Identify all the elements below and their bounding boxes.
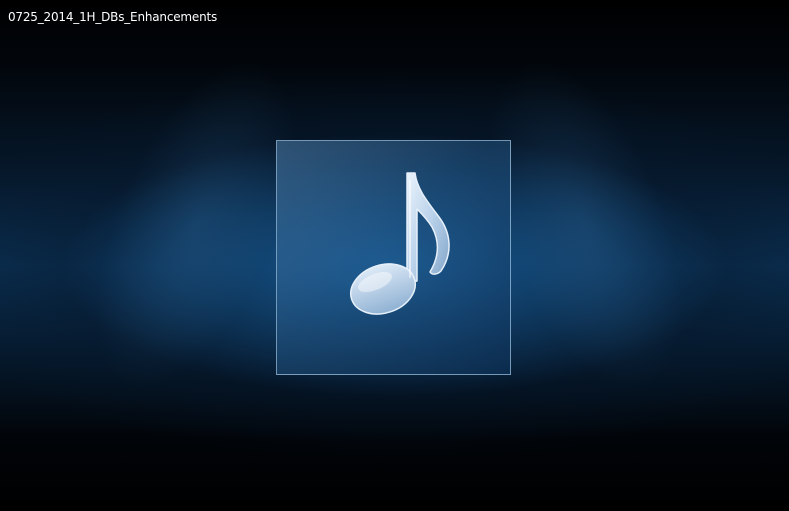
music-note-icon [350, 172, 450, 315]
album-art-placeholder [276, 140, 511, 375]
media-player-window[interactable]: 0725_2014_1H_DBs_Enhancements [0, 0, 789, 511]
media-title: 0725_2014_1H_DBs_Enhancements [8, 10, 218, 24]
